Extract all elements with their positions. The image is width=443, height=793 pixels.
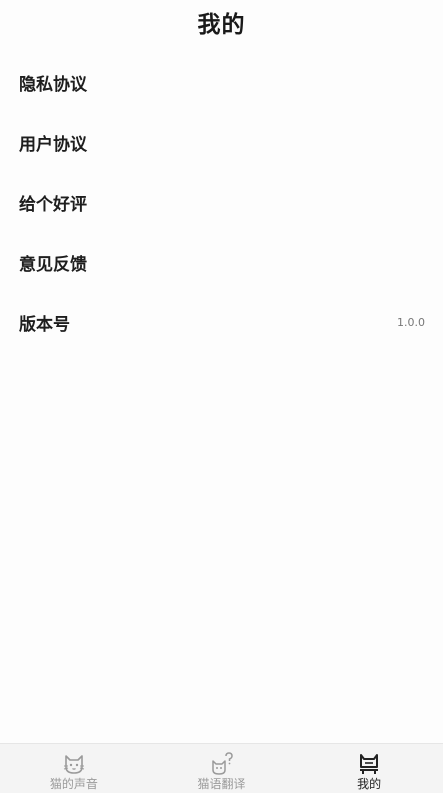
menu-item-rate-app[interactable]: 给个好评 (0, 172, 443, 232)
tab-label: 猫的声音 (49, 777, 98, 791)
menu-item-label: 意见反馈 (19, 254, 87, 275)
page-header: 我的 (0, 0, 443, 44)
cat-face-icon (63, 755, 84, 774)
menu-item-label: 给个好评 (19, 194, 87, 215)
mine-page: 我的 隐私协议 用户协议 给个好评 意见反馈 版本号 1.0.0 猫的声音 猫语… (0, 0, 443, 793)
menu-item-privacy-policy[interactable]: 隐私协议 (0, 52, 443, 112)
menu-item-user-agreement[interactable]: 用户协议 (0, 112, 443, 172)
tab-label: 我的 (357, 777, 382, 791)
menu-item-label: 隐私协议 (19, 74, 87, 95)
tab-cat-translate[interactable]: 猫语翻译 (148, 744, 296, 793)
cat-question-icon (211, 752, 233, 775)
menu-item-feedback[interactable]: 意见反馈 (0, 232, 443, 292)
settings-menu: 隐私协议 用户协议 给个好评 意见反馈 版本号 1.0.0 (0, 52, 443, 352)
tab-label: 猫语翻译 (197, 777, 246, 791)
tab-mine[interactable]: 我的 (295, 744, 443, 793)
bottom-tab-bar: 猫的声音 猫语翻译 我的 (0, 743, 443, 793)
menu-item-label: 版本号 (19, 314, 70, 335)
page-title: 我的 (197, 12, 246, 38)
menu-item-label: 用户协议 (19, 134, 87, 155)
version-number: 1.0.0 (397, 315, 425, 329)
cat-profile-icon (360, 754, 379, 774)
menu-item-version[interactable]: 版本号 1.0.0 (0, 292, 443, 352)
tab-cat-sounds[interactable]: 猫的声音 (0, 744, 148, 793)
